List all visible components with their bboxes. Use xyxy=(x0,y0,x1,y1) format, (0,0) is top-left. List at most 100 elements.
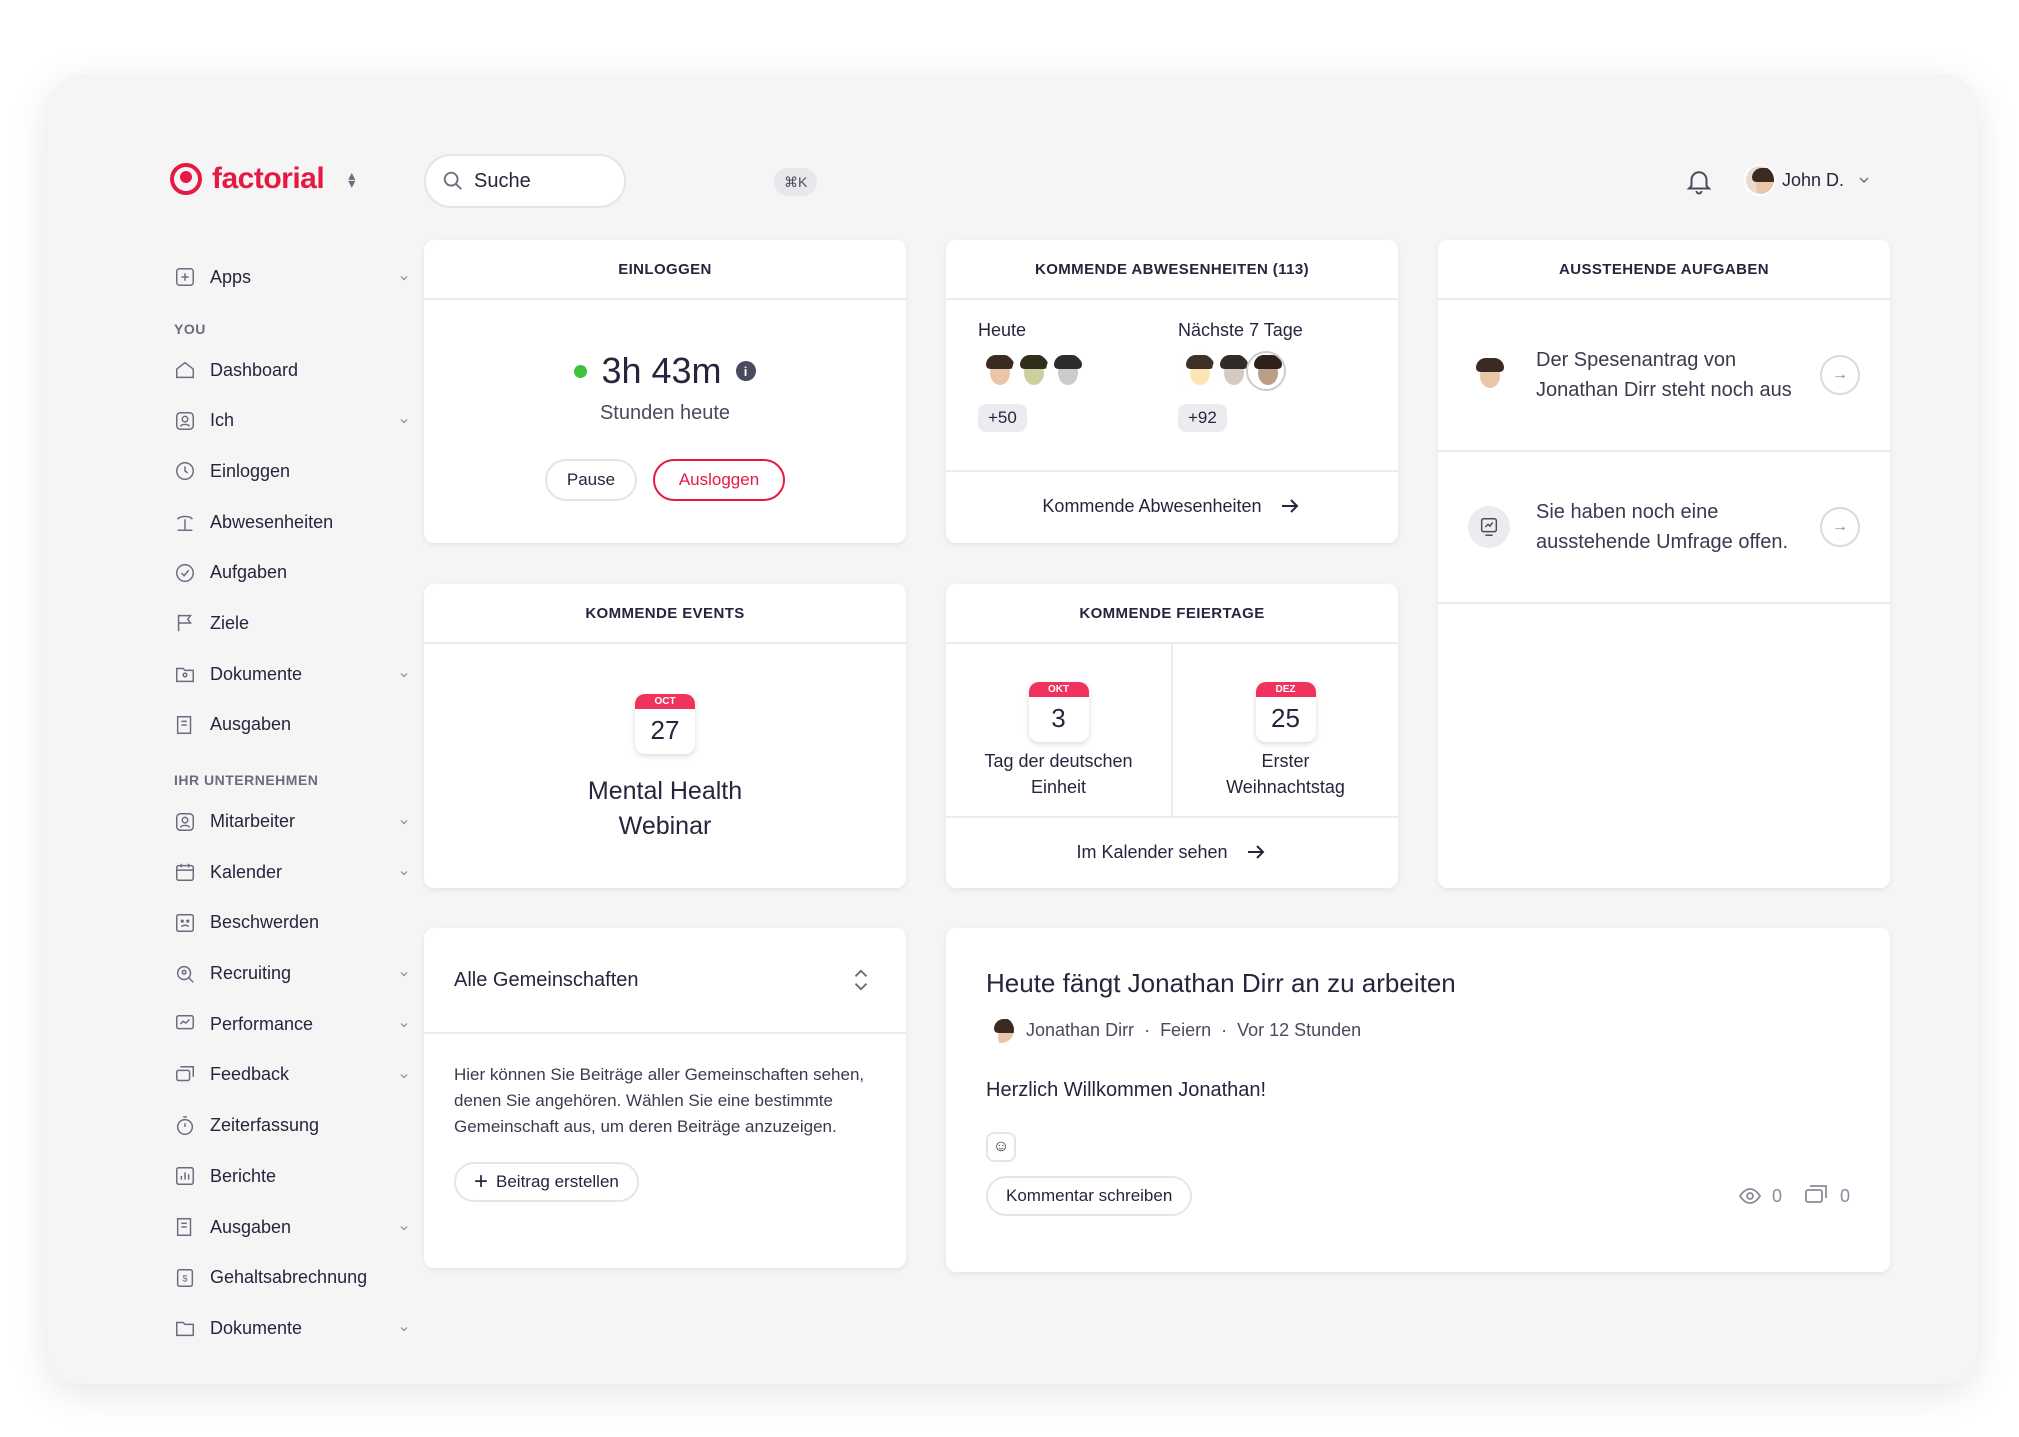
sidebar-item-beschwerden[interactable]: Beschwerden xyxy=(170,898,430,949)
complaint-icon xyxy=(174,912,196,934)
sidebar-item-recruiting[interactable]: Recruiting xyxy=(170,948,430,999)
bell-icon[interactable] xyxy=(1684,166,1714,196)
sidebar-item-aufgaben[interactable]: Aufgaben xyxy=(170,547,430,598)
sidebar-item-apps[interactable]: Apps xyxy=(170,252,430,303)
sidebar-item-ausgaben[interactable]: Ausgaben xyxy=(170,700,430,751)
chevron-down-icon[interactable] xyxy=(398,867,410,879)
upcoming-absences-link[interactable]: Kommende Abwesenheiten xyxy=(946,472,1398,540)
sidebar-item-mitarbeiter[interactable]: Mitarbeiter xyxy=(170,796,430,847)
add-reaction-icon[interactable]: ☺ xyxy=(986,1132,1016,1162)
card-title: KOMMENDE ABWESENHEITEN (113) xyxy=(946,240,1398,300)
brand[interactable]: factorial ▴ ▾ xyxy=(170,162,355,196)
absences-week[interactable]: Nächste 7 Tage +92 xyxy=(1178,320,1303,470)
sidebar-item-gehaltsabrechnung[interactable]: $ Gehaltsabrechnung xyxy=(170,1252,430,1303)
chevron-down-icon[interactable] xyxy=(398,272,410,284)
palm-icon xyxy=(174,511,196,533)
sidebar-item-einloggen[interactable]: Einloggen xyxy=(170,446,430,497)
sidebar-item-ziele[interactable]: Ziele xyxy=(170,598,430,649)
logout-button[interactable]: Ausloggen xyxy=(653,459,785,501)
calendar-icon: DEZ 25 xyxy=(1255,682,1316,742)
event-item[interactable]: OCT 27 Mental Health Webinar xyxy=(424,644,906,844)
avatar xyxy=(1468,354,1510,396)
chevron-down-icon[interactable] xyxy=(398,1323,410,1335)
post-author[interactable]: Jonathan Dirr xyxy=(1026,1020,1134,1041)
absences-today-more: +50 xyxy=(978,404,1027,432)
status-dot xyxy=(574,364,588,378)
recruiting-icon xyxy=(174,963,196,985)
feedback-icon xyxy=(174,1064,196,1086)
sidebar-item-dokumente[interactable]: Dokumente xyxy=(170,1303,430,1354)
clock-time: 3h 43m xyxy=(601,350,722,391)
holiday-day: 3 xyxy=(1051,703,1066,733)
company-switch-icon[interactable]: ▴ ▾ xyxy=(348,168,355,190)
sidebar-item-label: Beschwerden xyxy=(210,912,320,933)
brand-name: factorial xyxy=(212,162,325,195)
meta-separator: · xyxy=(1144,1019,1151,1040)
absences-today[interactable]: Heute +50 xyxy=(978,320,1178,470)
sidebar-item-label: Ausgaben xyxy=(210,1216,292,1237)
task-text: Der Spesenantrag von Jonathan Dirr steht… xyxy=(1536,349,1792,401)
chevron-down-icon[interactable] xyxy=(398,1222,410,1234)
write-comment-button[interactable]: Kommentar schreiben xyxy=(986,1176,1193,1216)
sidebar-item-zeiterfassung[interactable]: Zeiterfassung xyxy=(170,1100,430,1151)
post-category[interactable]: Feiern xyxy=(1160,1020,1211,1041)
chevron-down-icon[interactable] xyxy=(398,669,410,681)
user-menu[interactable]: John D. xyxy=(1744,164,1872,196)
clock-in-card: EINLOGGEN 3h 43m i Stunden heute Pause A… xyxy=(424,240,906,543)
events-card: KOMMENDE EVENTS OCT 27 Mental Health Web… xyxy=(424,584,906,888)
arrow-right-icon[interactable]: → xyxy=(1820,507,1860,547)
sidebar-item-kalender[interactable]: Kalender xyxy=(170,847,430,898)
chevron-down-icon[interactable] xyxy=(398,968,410,980)
community-select[interactable]: Alle Gemeinschaften xyxy=(424,928,906,1034)
create-post-button[interactable]: + Beitrag erstellen xyxy=(454,1162,639,1202)
sidebar-item-label: Dashboard xyxy=(210,359,299,380)
holiday-item[interactable]: DEZ 25 Erster Weihnachtstag xyxy=(1173,644,1398,816)
chevron-down-icon[interactable] xyxy=(398,1019,410,1031)
sidebar-item-label: Berichte xyxy=(210,1165,277,1186)
post-title: Heute fängt Jonathan Dirr an zu arbeiten xyxy=(986,968,1456,998)
chevron-down-icon[interactable] xyxy=(398,415,410,427)
chevron-down-icon[interactable] xyxy=(398,1070,410,1082)
task-item[interactable]: Sie haben noch eine ausstehende Umfrage … xyxy=(1438,452,1890,604)
communities-card: Alle Gemeinschaften Hier können Sie Beit… xyxy=(424,928,906,1268)
sidebar-item-ausgaben[interactable]: Ausgaben xyxy=(170,1202,430,1253)
plus-icon: + xyxy=(474,1168,489,1195)
sidebar-item-label: Feedback xyxy=(210,1064,290,1085)
task-item[interactable]: Der Spesenantrag von Jonathan Dirr steht… xyxy=(1438,300,1890,452)
holiday-month: OKT xyxy=(1028,682,1089,697)
sidebar-item-berichte[interactable]: Berichte xyxy=(170,1151,430,1202)
calendar-icon: OCT 27 xyxy=(635,694,695,754)
info-icon[interactable]: i xyxy=(735,361,756,381)
employees-icon xyxy=(174,811,196,833)
svg-text:$: $ xyxy=(182,1273,187,1283)
chevron-down-icon[interactable] xyxy=(398,816,410,828)
search-input[interactable]: Suche xyxy=(424,154,626,208)
post-time: Vor 12 Stunden xyxy=(1237,1019,1362,1040)
sidebar-item-performance[interactable]: Performance xyxy=(170,999,430,1050)
survey-icon xyxy=(1468,506,1510,548)
sidebar-item-feedback[interactable]: Feedback xyxy=(170,1050,430,1101)
sidebar-item-dokumente[interactable]: Dokumente xyxy=(170,649,430,700)
post-stats: 0 0 xyxy=(1738,1184,1850,1208)
sidebar-item-label: Ziele xyxy=(210,612,250,633)
sidebar-item-label: Recruiting xyxy=(210,963,292,984)
arrow-right-icon[interactable]: → xyxy=(1820,355,1860,395)
sidebar-item-label: Performance xyxy=(210,1013,314,1034)
chart-icon xyxy=(174,1165,196,1187)
search-shortcut-badge: ⌘K xyxy=(774,168,818,196)
holiday-item[interactable]: OKT 3 Tag der deutschen Einheit xyxy=(946,644,1173,816)
calendar-icon xyxy=(174,861,196,883)
sidebar-item-abwesenheiten[interactable]: Abwesenheiten xyxy=(170,497,430,548)
chevron-updown-icon xyxy=(854,969,868,991)
link-label: Im Kalender sehen xyxy=(1076,841,1228,862)
avatar xyxy=(1246,351,1286,391)
event-month: OCT xyxy=(635,694,695,709)
post-meta: Jonathan Dirr · Feiern · Vor 12 Stunden xyxy=(986,1015,1850,1045)
holidays-card: KOMMENDE FEIERTAGE OKT 3 Tag der deutsch… xyxy=(946,584,1398,888)
clock-icon xyxy=(174,460,196,482)
view-calendar-link[interactable]: Im Kalender sehen xyxy=(946,818,1398,886)
sidebar-item-label: Dokumente xyxy=(210,1317,303,1338)
sidebar-item-dashboard[interactable]: Dashboard xyxy=(170,345,430,396)
sidebar-item-ich[interactable]: Ich xyxy=(170,395,430,446)
pause-button[interactable]: Pause xyxy=(545,459,637,501)
